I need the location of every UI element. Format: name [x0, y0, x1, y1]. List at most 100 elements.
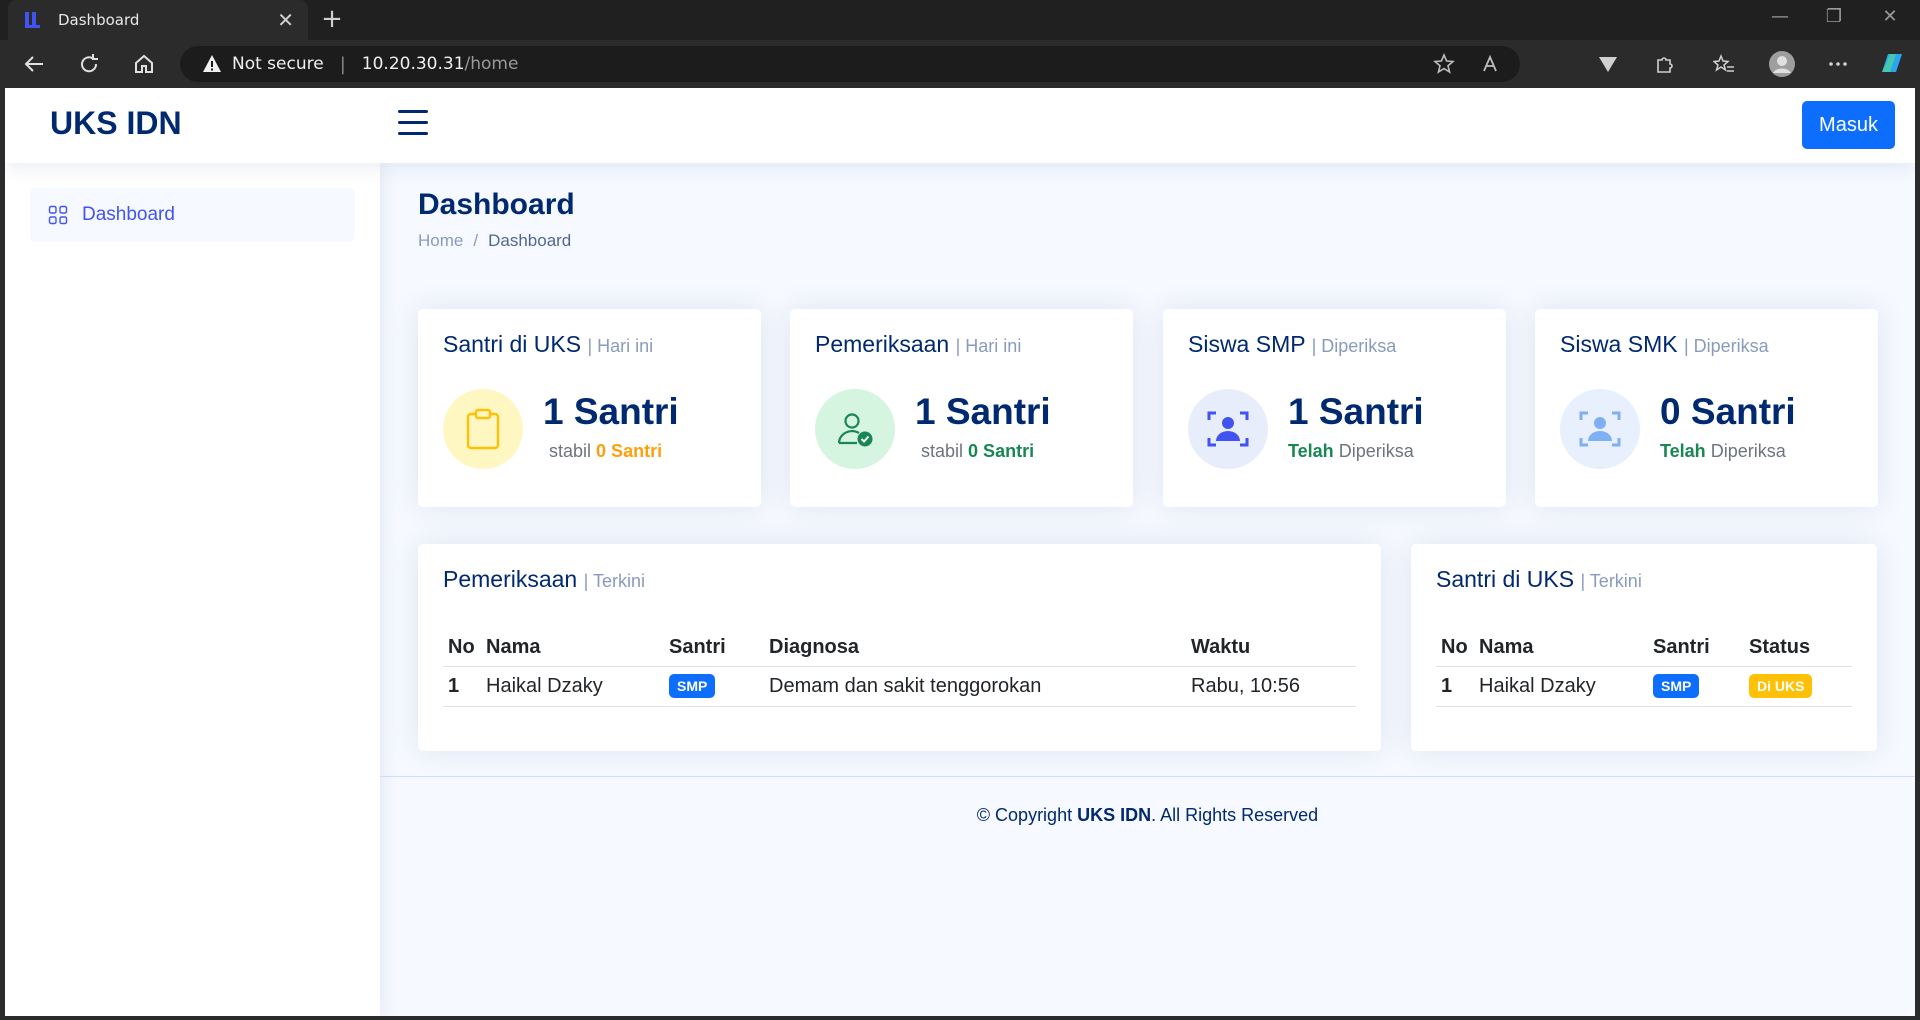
card-sub-prefix: stabil [549, 441, 592, 461]
breadcrumb-home[interactable]: Home [418, 231, 463, 250]
column-header: Santri [664, 628, 764, 667]
cell-nama: Haikal Dzaky [1474, 666, 1648, 707]
window-close-icon[interactable]: ✕ [1870, 6, 1910, 27]
level-badge: SMP [1653, 674, 1700, 698]
copyright-suffix: . All Rights Reserved [1151, 805, 1319, 825]
home-icon[interactable] [130, 50, 158, 78]
card-value: 1 Santri [543, 391, 679, 432]
column-header: Waktu [1186, 628, 1356, 667]
address-divider: | [339, 53, 346, 75]
table-row[interactable]: 1 Haikal Dzaky SMP Di UKS [1436, 666, 1852, 707]
back-icon[interactable] [20, 50, 48, 78]
card-sub-strong: 0 Santri [968, 441, 1035, 461]
card-title: Pemeriksaan | Terkini [443, 566, 645, 593]
page-title: Dashboard [418, 188, 575, 221]
site-footer: © Copyright UKS IDN. All Rights Reserved [380, 776, 1915, 876]
breadcrumb-separator: / [473, 231, 479, 250]
card-title-text: Siswa SMK [1560, 331, 1678, 357]
site-logo[interactable]: UKS IDN [50, 105, 182, 142]
column-header: Status [1744, 628, 1852, 667]
card-title: Santri di UKS | Terkini [1436, 566, 1642, 593]
address-path: /home [464, 54, 519, 74]
card-sub-text: Telah Diperiksa [1660, 441, 1786, 462]
card-title: Santri di UKS | Hari ini [443, 331, 653, 358]
address-bar[interactable]: Not secure | 10.20.30.31 /home [180, 46, 1520, 82]
cell-waktu: Rabu, 10:56 [1186, 666, 1356, 707]
sidebar-item-label: Dashboard [82, 204, 175, 225]
card-title-text: Pemeriksaan [443, 566, 578, 592]
cell-status: Di UKS [1744, 666, 1852, 707]
cell-no: 1 [443, 666, 481, 707]
main-content: Dashboard Home / Dashboard Santri di UKS |… [380, 163, 1915, 1016]
card-sub-text: stabil 0 Santri [921, 441, 1034, 462]
card-value: 0 Santri [1660, 391, 1796, 432]
santri-uks-card: Santri di UKS | Terkini No Nama Santri S… [1411, 544, 1877, 751]
table-row[interactable]: 1 Haikal Dzaky SMP Demam dan sakit tengg… [443, 666, 1356, 707]
site-header: UKS IDN Masuk [5, 88, 1915, 163]
card-subtitle: | Terkini [583, 571, 645, 591]
card-sub-suffix: Diperiksa [1338, 441, 1414, 461]
card-title: Pemeriksaan | Hari ini [815, 331, 1021, 358]
card-sub-strong: Telah [1288, 441, 1334, 461]
copyright-text: © Copyright UKS IDN. All Rights Reserved [380, 805, 1915, 826]
sidebar-toggle-icon[interactable] [398, 110, 428, 138]
recent-checks-table: No Nama Santri Diagnosa Waktu 1 Haikal D… [443, 628, 1356, 707]
card-sub-prefix: stabil [921, 441, 964, 461]
sidebar-item-dashboard[interactable]: Dashboard [30, 188, 355, 242]
card-title: Siswa SMP | Diperiksa [1188, 331, 1396, 358]
card-sub-strong: 0 Santri [596, 441, 663, 461]
santri-uks-table: No Nama Santri Status 1 Haikal Dzaky SMP… [1436, 628, 1852, 707]
copilot-icon[interactable] [1878, 50, 1906, 78]
vpn-extension-icon[interactable] [1594, 50, 1622, 78]
extensions-icon[interactable] [1650, 50, 1678, 78]
card-subtitle: | Hari ini [587, 336, 654, 356]
column-header: Nama [481, 628, 664, 667]
copyright-prefix: © Copyright [976, 805, 1073, 825]
info-card-siswa-smp: Siswa SMP | Diperiksa 1 Santri Telah Dip… [1163, 309, 1506, 507]
cell-santri: SMP [1648, 666, 1744, 707]
card-subtitle: | Terkini [1580, 571, 1642, 591]
info-card-santri-uks: Santri di UKS | Hari ini 1 Santri stabil… [418, 309, 761, 507]
card-title-text: Pemeriksaan [815, 331, 950, 357]
card-sub-text: Telah Diperiksa [1288, 441, 1414, 462]
warning-icon[interactable] [202, 54, 222, 74]
card-subtitle: | Diperiksa [1683, 336, 1769, 356]
card-subtitle: | Hari ini [955, 336, 1022, 356]
new-tab-icon[interactable]: + [318, 6, 346, 34]
favorites-icon[interactable] [1710, 50, 1738, 78]
person-scan-icon [1560, 389, 1640, 469]
cell-santri: SMP [664, 666, 764, 707]
copyright-brand: UKS IDN [1077, 805, 1152, 825]
restore-icon[interactable]: ❐ [1814, 6, 1854, 27]
browser-tab[interactable]: Dashboard ✕ [8, 0, 308, 40]
info-card-pemeriksaan: Pemeriksaan | Hari ini 1 Santri stabil 0… [790, 309, 1133, 507]
card-value: 1 Santri [915, 391, 1051, 432]
breadcrumb: Home / Dashboard [418, 231, 571, 251]
login-button[interactable]: Masuk [1802, 101, 1895, 149]
profile-avatar-icon[interactable] [1768, 50, 1796, 78]
table-header-row: No Nama Santri Status [1436, 628, 1852, 667]
card-sub-text: stabil 0 Santri [549, 441, 662, 462]
status-badge: Di UKS [1749, 674, 1813, 698]
cell-nama: Haikal Dzaky [481, 666, 664, 707]
card-sub-strong: Telah [1660, 441, 1706, 461]
reload-icon[interactable] [75, 50, 103, 78]
address-host: 10.20.30.31 [361, 54, 465, 74]
card-subtitle: | Diperiksa [1311, 336, 1397, 356]
column-header: Diagnosa [764, 628, 1186, 667]
level-badge: SMP [669, 674, 716, 698]
cell-diagnosa: Demam dan sakit tenggorokan [764, 666, 1186, 707]
card-title-text: Santri di UKS [443, 331, 582, 357]
card-title-text: Santri di UKS [1436, 566, 1575, 592]
card-title: Siswa SMK | Diperiksa [1560, 331, 1769, 358]
minimize-icon[interactable]: — [1760, 6, 1800, 27]
sidebar: Dashboard [5, 163, 380, 1016]
not-secure-label[interactable]: Not secure [232, 54, 324, 74]
read-aloud-icon[interactable] [1480, 52, 1504, 76]
column-header: No [1436, 628, 1474, 667]
person-scan-icon [1188, 389, 1268, 469]
web-page: UKS IDN Masuk Dashboard Dashboard Home / D… [5, 88, 1915, 1016]
favorite-star-icon[interactable] [1432, 52, 1456, 76]
tab-close-icon[interactable]: ✕ [277, 8, 294, 32]
more-menu-icon[interactable] [1824, 50, 1852, 78]
